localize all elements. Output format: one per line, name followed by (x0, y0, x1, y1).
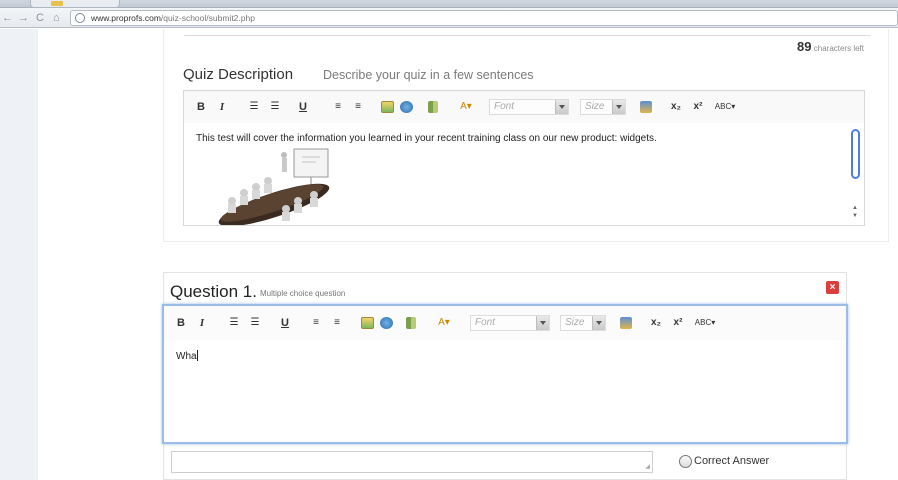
left-gutter (0, 29, 38, 480)
italic-button[interactable]: I (218, 100, 226, 114)
superscript-button[interactable]: x² (670, 316, 686, 330)
home-icon[interactable]: ⌂ (53, 11, 60, 25)
question-title: Question 1. (170, 282, 257, 302)
ordered-list-icon[interactable]: ☰ (247, 100, 261, 114)
font-select-value: Font (475, 317, 496, 328)
paste-icon[interactable] (640, 101, 652, 113)
description-text: This test will cover the information you… (196, 133, 657, 144)
section-hint: Describe your quiz in a few sentences (323, 68, 534, 82)
question-card: Question 1. Multiple choice question × B… (162, 272, 848, 480)
bullet-list-icon[interactable]: ☰ (268, 100, 282, 114)
insert-image-icon[interactable] (361, 317, 374, 329)
ordered-list-icon[interactable]: ☰ (227, 316, 241, 330)
editor-toolbar: B I ☰ ☰ U ≡ ≡ A▾ Font Size x₂ x² ABC▾ (164, 306, 846, 340)
url-path: /quiz-school/submit2.php (160, 13, 255, 23)
question-typed-text: Wha (176, 351, 197, 362)
chevron-down-icon (592, 316, 605, 330)
browser-toolbar: ← → C ⌂ www.proprofs.com/quiz-school/sub… (0, 8, 898, 28)
spellcheck-button[interactable]: ABC▾ (692, 316, 718, 330)
superscript-button[interactable]: x² (690, 100, 706, 114)
align-left-icon[interactable]: ≡ (310, 316, 322, 330)
forward-icon[interactable]: → (18, 11, 29, 25)
correct-answer-radio[interactable] (679, 455, 692, 468)
url-domain: www.proprofs.com (91, 13, 161, 23)
description-editor[interactable]: B I ☰ ☰ U ≡ ≡ A▾ Font Size x₂ x² ABC▾ Th… (183, 90, 865, 226)
browser-tab[interactable] (30, 0, 120, 8)
char-counter: 89 characters left (797, 39, 864, 54)
meeting-illustration (218, 148, 330, 225)
align-left-icon[interactable]: ≡ (332, 100, 344, 114)
font-select[interactable]: Font (470, 315, 550, 331)
text-color-icon[interactable]: A▾ (454, 100, 478, 114)
text-caret (196, 350, 198, 361)
url-text: www.proprofs.com/quiz-school/submit2.php (91, 12, 255, 24)
chevron-down-icon (612, 100, 625, 114)
favicon-icon (51, 1, 63, 6)
chevron-down-icon (536, 316, 549, 330)
text-color-icon[interactable]: A▾ (432, 316, 456, 330)
font-select[interactable]: Font (489, 99, 569, 115)
question-number: 1. (242, 282, 257, 301)
divider (184, 35, 870, 36)
reload-icon[interactable]: C (36, 11, 44, 25)
insert-media-icon[interactable] (428, 101, 438, 113)
underline-button[interactable]: U (280, 316, 290, 330)
insert-link-icon[interactable] (400, 101, 413, 113)
correct-answer-label: Correct Answer (694, 455, 770, 467)
delete-question-button[interactable]: × (826, 281, 839, 294)
editor-toolbar: B I ☰ ☰ U ≡ ≡ A▾ Font Size x₂ x² ABC▾ (184, 91, 864, 123)
scroll-up-icon[interactable]: ▲ (852, 205, 858, 211)
back-icon[interactable]: ← (2, 11, 13, 25)
underline-button[interactable]: U (298, 100, 308, 114)
question-type-label: Multiple choice question (260, 289, 346, 298)
insert-image-icon[interactable] (381, 101, 394, 113)
size-select-value: Size (585, 101, 605, 112)
size-select-value: Size (565, 317, 585, 328)
scroll-down-icon[interactable]: ▼ (852, 213, 858, 219)
align-right-icon[interactable]: ≡ (331, 316, 343, 330)
editor-scrollbar[interactable]: ▲ ▼ (851, 129, 860, 224)
size-select[interactable]: Size (560, 315, 606, 331)
question-text-area[interactable]: Wha (176, 350, 198, 362)
resize-handle-icon[interactable]: ◢ (645, 464, 650, 470)
question-title-word: Question (170, 282, 239, 301)
section-title: Quiz Description (183, 66, 294, 83)
chevron-down-icon (555, 100, 568, 114)
align-right-icon[interactable]: ≡ (352, 100, 364, 114)
subscript-button[interactable]: x₂ (648, 316, 664, 330)
char-count-value: 89 (797, 39, 812, 54)
size-select[interactable]: Size (580, 99, 626, 115)
paste-icon[interactable] (620, 317, 632, 329)
font-select-value: Font (494, 101, 515, 112)
scrollbar-thumb[interactable] (851, 129, 860, 179)
quiz-description-card: 89 characters left Quiz Description Desc… (163, 29, 889, 242)
spellcheck-button[interactable]: ABC▾ (712, 100, 738, 114)
italic-button[interactable]: I (198, 316, 206, 330)
char-count-suffix: characters left (813, 44, 864, 53)
answer-option-input[interactable]: ◢ (171, 451, 653, 473)
bold-button[interactable]: B (176, 316, 186, 330)
tab-strip (0, 0, 898, 8)
insert-media-icon[interactable] (406, 317, 416, 329)
bullet-list-icon[interactable]: ☰ (248, 316, 262, 330)
address-bar[interactable]: www.proprofs.com/quiz-school/submit2.php (70, 10, 898, 26)
globe-icon (75, 13, 85, 23)
insert-link-icon[interactable] (380, 317, 393, 329)
question-editor[interactable]: B I ☰ ☰ U ≡ ≡ A▾ Font Size x₂ x² ABC▾ Wh… (162, 304, 848, 444)
subscript-button[interactable]: x₂ (668, 100, 684, 114)
bold-button[interactable]: B (196, 100, 206, 114)
